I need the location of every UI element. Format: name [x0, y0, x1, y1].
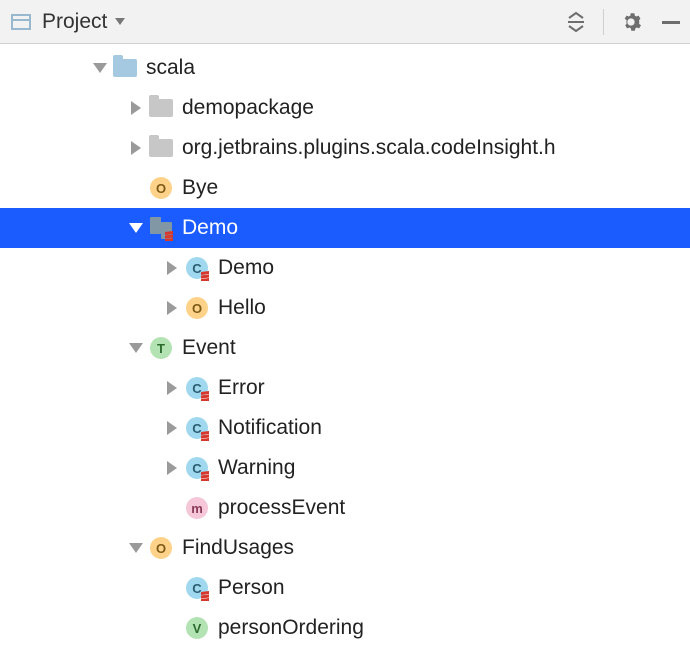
class-icon: C	[186, 577, 208, 599]
disclosure-closed-icon[interactable]	[160, 416, 184, 440]
tree-node-label: scala	[146, 56, 195, 80]
tree-node-label: org.jetbrains.plugins.scala.codeInsight.…	[182, 136, 556, 160]
project-view-label: Project	[42, 10, 107, 34]
tree-node-error[interactable]: C Error	[0, 368, 690, 408]
trait-icon: T	[150, 337, 172, 359]
tree-node-warning[interactable]: C Warning	[0, 448, 690, 488]
tree-node-label: Person	[218, 576, 285, 600]
tree-node-label: FindUsages	[182, 536, 294, 560]
object-icon: O	[150, 177, 172, 199]
tree-node-label: Error	[218, 376, 265, 400]
class-icon: C	[186, 417, 208, 439]
method-icon: m	[186, 497, 208, 519]
class-icon: C	[186, 377, 208, 399]
disclosure-open-icon[interactable]	[88, 56, 112, 80]
project-view-selector[interactable]: Project	[42, 10, 125, 34]
tree-node-label: Demo	[218, 256, 274, 280]
scala-file-icon	[150, 217, 172, 239]
object-icon: O	[150, 537, 172, 559]
tree-node-label: Hello	[218, 296, 266, 320]
package-icon	[149, 139, 173, 157]
disclosure-open-icon[interactable]	[124, 216, 148, 240]
tree-node-label: Warning	[218, 456, 295, 480]
tree-node-label: Demo	[182, 216, 238, 240]
disclosure-closed-icon[interactable]	[160, 296, 184, 320]
tool-window-header: Project	[0, 0, 690, 44]
tree-node-processevent[interactable]: m processEvent	[0, 488, 690, 528]
class-icon: C	[186, 257, 208, 279]
tree-node-findusages[interactable]: O FindUsages	[0, 528, 690, 568]
disclosure-closed-icon[interactable]	[124, 136, 148, 160]
object-icon: O	[186, 297, 208, 319]
disclosure-open-icon[interactable]	[124, 336, 148, 360]
tree-node-orgjb[interactable]: org.jetbrains.plugins.scala.codeInsight.…	[0, 128, 690, 168]
disclosure-open-icon[interactable]	[124, 536, 148, 560]
chevron-down-icon	[115, 18, 125, 25]
package-icon	[149, 99, 173, 117]
tree-node-label: demopackage	[182, 96, 314, 120]
tree-node-demo-grp[interactable]: Demo	[0, 208, 690, 248]
tree-node-bye[interactable]: O Bye	[0, 168, 690, 208]
tree-node-demopkg[interactable]: demopackage	[0, 88, 690, 128]
class-icon: C	[186, 457, 208, 479]
tree-node-person[interactable]: C Person	[0, 568, 690, 608]
disclosure-closed-icon[interactable]	[160, 456, 184, 480]
tree-node-label: Notification	[218, 416, 322, 440]
tree-node-hello[interactable]: O Hello	[0, 288, 690, 328]
disclosure-closed-icon[interactable]	[160, 376, 184, 400]
tree-node-label: personOrdering	[218, 616, 364, 640]
gear-icon[interactable]	[618, 9, 644, 35]
tree-node-scala[interactable]: scala	[0, 48, 690, 88]
project-tree[interactable]: scala demopackage org.jetbrains.plugins.sc…	[0, 44, 690, 648]
disclosure-closed-icon[interactable]	[124, 96, 148, 120]
value-icon: V	[186, 617, 208, 639]
disclosure-closed-icon[interactable]	[160, 256, 184, 280]
tree-node-label: Bye	[182, 176, 218, 200]
scroll-from-source-icon[interactable]	[563, 9, 589, 35]
tree-node-event[interactable]: T Event	[0, 328, 690, 368]
minimize-icon[interactable]	[658, 9, 684, 35]
tree-node-demo-cls[interactable]: C Demo	[0, 248, 690, 288]
toolbar-divider	[603, 9, 604, 35]
folder-icon	[113, 59, 137, 77]
tree-node-label: Event	[182, 336, 236, 360]
tree-node-notification[interactable]: C Notification	[0, 408, 690, 448]
tree-node-label: processEvent	[218, 496, 345, 520]
tree-node-personord[interactable]: VpersonOrdering	[0, 608, 690, 648]
project-window-icon	[8, 9, 34, 35]
